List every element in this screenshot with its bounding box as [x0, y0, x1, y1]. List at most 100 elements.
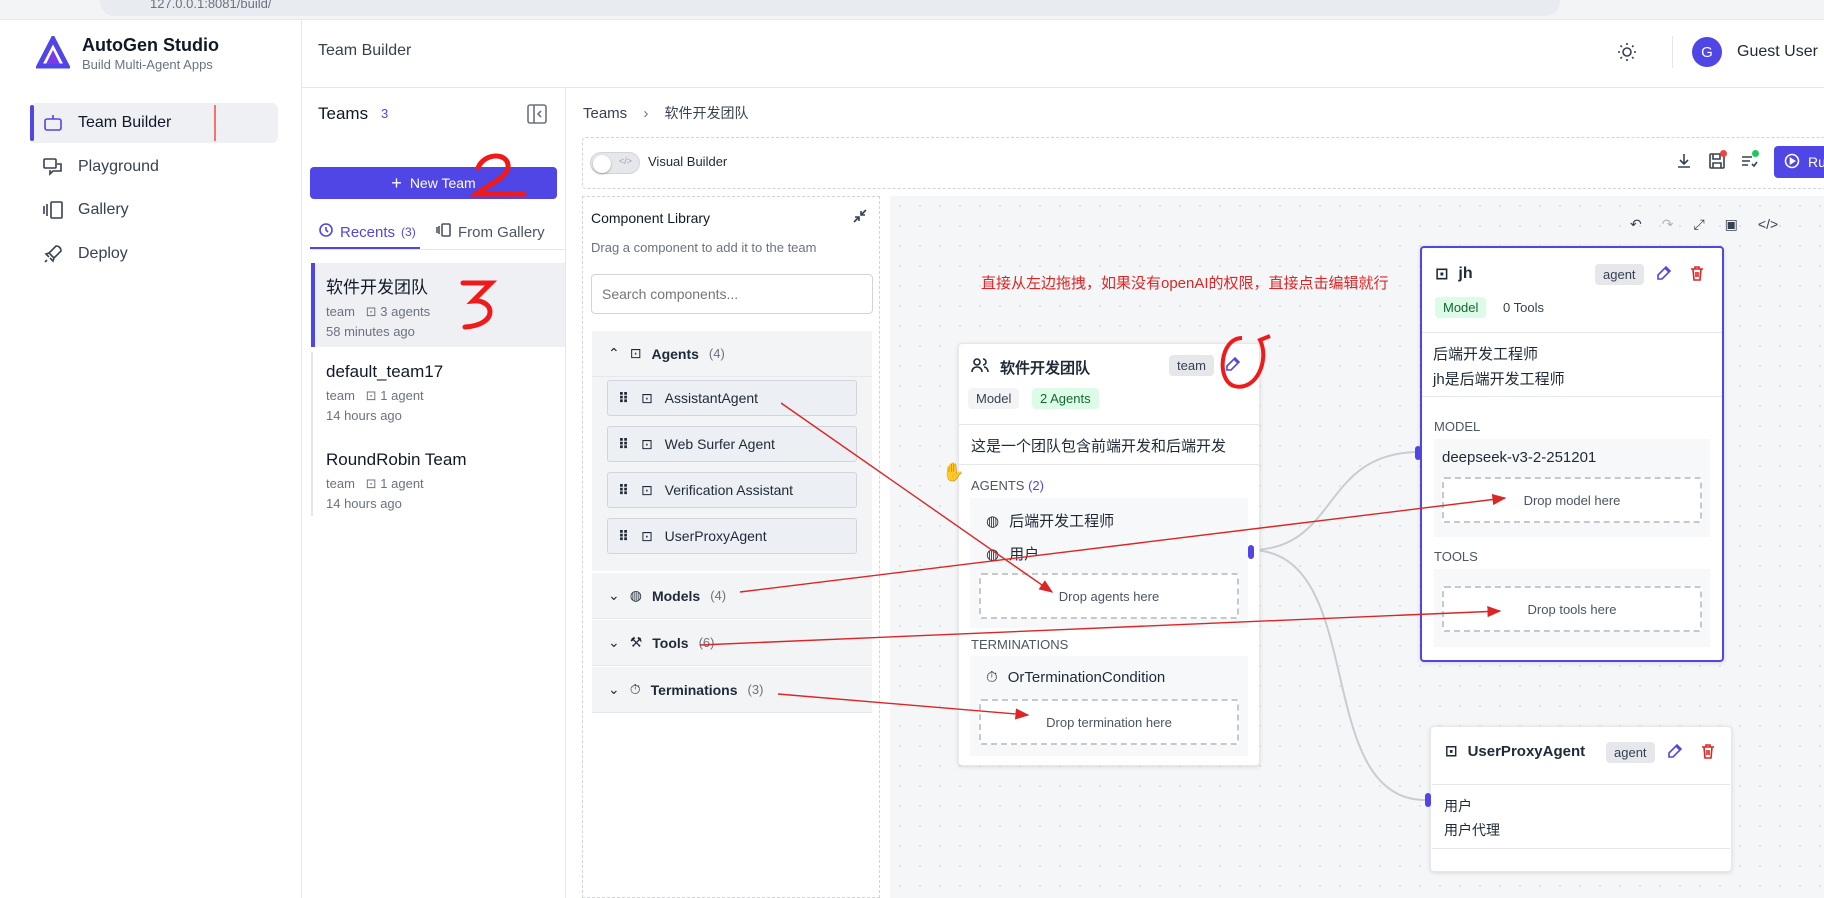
- chevron-right-icon: ›: [643, 105, 649, 122]
- validate-list-icon[interactable]: [1740, 150, 1759, 173]
- section-label: Agents: [651, 345, 699, 362]
- section-terminations[interactable]: ⌄ ⏱ Terminations (3): [592, 667, 872, 713]
- agents-badge: 2 Agents: [1032, 388, 1099, 409]
- team-list-item[interactable]: RoundRobin Team team ⊡ 1 agent 14 hours …: [311, 440, 565, 524]
- list-rule: [311, 352, 313, 516]
- section-label: Tools: [652, 634, 689, 651]
- team-name: default_team17: [326, 362, 444, 381]
- section-models[interactable]: ⌄ ◍ Models (4): [592, 573, 872, 619]
- drag-handle-icon[interactable]: ⠿: [618, 436, 629, 453]
- drop-tools-zone[interactable]: Drop tools here: [1442, 586, 1702, 632]
- address-bar-url: 127.0.0.1:8081/build/: [150, 0, 272, 11]
- edit-icon[interactable]: [1666, 742, 1684, 763]
- bot-icon: ⊡: [365, 476, 377, 491]
- section-label: Terminations: [650, 681, 738, 698]
- tab-recents[interactable]: Recents (3): [318, 222, 416, 242]
- section-count: (4): [708, 346, 725, 361]
- team-time: 14 hours ago: [326, 408, 402, 423]
- top-header: [302, 20, 1824, 88]
- drop-termination-zone[interactable]: Drop termination here: [979, 699, 1239, 745]
- users-icon: [970, 355, 990, 379]
- library-item-web-surfer[interactable]: ⠿ ⊡ Web Surfer Agent: [607, 426, 857, 462]
- app-logo-icon: [34, 33, 72, 73]
- model-section-title: MODEL: [1434, 419, 1481, 434]
- search-input[interactable]: [591, 274, 873, 314]
- node-divider: [958, 424, 1260, 425]
- agent-node-name: jh: [1458, 265, 1473, 282]
- agent-name: 后端开发工程师: [1009, 513, 1115, 530]
- page-title: Team Builder: [318, 42, 412, 59]
- team-time: 58 minutes ago: [326, 324, 415, 339]
- fullscreen-icon[interactable]: ⤢: [1693, 216, 1704, 233]
- nav-label: Playground: [78, 158, 159, 175]
- agent-row[interactable]: ◍ 后端开发工程师: [986, 510, 1114, 531]
- team-list-item[interactable]: 软件开发团队 team ⊡ 3 agents 58 minutes ago: [311, 263, 565, 347]
- agent-description: jh是后端开发工程师: [1433, 371, 1565, 388]
- theme-toggle-sun-icon[interactable]: [1617, 42, 1637, 65]
- drop-model-zone[interactable]: Drop model here: [1442, 477, 1702, 523]
- agent-description: 用户代理: [1444, 822, 1500, 838]
- teams-count: 3: [381, 106, 389, 121]
- edit-icon[interactable]: [1655, 264, 1673, 285]
- avatar[interactable]: G: [1692, 37, 1722, 67]
- section-count: (4): [710, 588, 727, 603]
- team-output-handle[interactable]: [1248, 545, 1254, 559]
- history-icon: [318, 222, 334, 242]
- team-list-item[interactable]: default_team17 team ⊡ 1 agent 14 hours a…: [311, 352, 565, 436]
- agent-input-handle[interactable]: [1415, 446, 1421, 460]
- minimize-icon[interactable]: [852, 208, 868, 227]
- tab-from-gallery[interactable]: From Gallery: [436, 222, 545, 242]
- breadcrumb-current: 软件开发团队: [664, 105, 749, 121]
- section-agents[interactable]: ⌃ ⊡ Agents (4): [592, 331, 872, 377]
- collapse-panel-icon[interactable]: [526, 103, 548, 128]
- nav-item-deploy[interactable]: Deploy: [30, 234, 278, 274]
- bot-icon: ⊡: [640, 481, 653, 498]
- library-item-user-proxy[interactable]: ⠿ ⊡ UserProxyAgent: [607, 518, 857, 554]
- drag-handle-icon[interactable]: ⠿: [618, 482, 629, 499]
- model-badge: Model: [968, 388, 1020, 409]
- rocket-icon: [42, 243, 64, 265]
- save-icon[interactable]: [1708, 150, 1727, 173]
- library-item-assistant-agent[interactable]: ⠿ ⊡ AssistantAgent: [607, 380, 857, 416]
- app-title: AutoGen Studio: [82, 35, 219, 55]
- library-item-verification[interactable]: ⠿ ⊡ Verification Assistant: [607, 472, 857, 508]
- delete-icon[interactable]: [1688, 264, 1706, 285]
- status-dot: [1752, 150, 1759, 157]
- agent-row[interactable]: ◍ 用户: [986, 543, 1039, 564]
- save-icon[interactable]: ▣: [1725, 216, 1738, 233]
- user-name[interactable]: Guest User: [1737, 43, 1818, 61]
- node-divider: [958, 464, 1260, 465]
- bot-icon: ⊡: [1435, 266, 1449, 283]
- run-button[interactable]: Ru: [1774, 146, 1824, 178]
- bot-icon: ⊡: [365, 388, 377, 403]
- drag-handle-icon[interactable]: ⠿: [618, 528, 629, 545]
- model-name[interactable]: deepseek-v3-2-251201: [1442, 449, 1596, 466]
- nav-item-playground[interactable]: Playground: [30, 147, 278, 187]
- annotation-note: 直接从左边拖拽，如果没有openAI的权限，直接点击编辑就行: [981, 275, 1389, 292]
- timer-icon: ⏱: [986, 669, 998, 686]
- nav-item-gallery[interactable]: Gallery: [30, 190, 278, 230]
- section-tools[interactable]: ⌄ ⚒ Tools (6): [592, 620, 872, 666]
- team-time: 14 hours ago: [326, 496, 402, 511]
- agent-input-handle[interactable]: [1425, 793, 1431, 807]
- undo-icon[interactable]: ↶: [1630, 216, 1642, 233]
- delete-icon[interactable]: [1699, 742, 1717, 763]
- header-divider: [1672, 36, 1673, 68]
- drop-agents-zone[interactable]: Drop agents here: [979, 573, 1239, 619]
- annotation-number-2: [470, 153, 527, 197]
- address-bar[interactable]: [100, 0, 1560, 16]
- team-meta: team ⊡ 3 agents: [326, 304, 565, 320]
- agent-label: 用户: [1444, 798, 1472, 814]
- team-type: team: [326, 388, 355, 403]
- team-node-header: 软件开发团队: [970, 355, 1090, 379]
- node-divider: [1432, 784, 1730, 785]
- nav-item-team-builder[interactable]: Team Builder: [30, 103, 278, 143]
- redo-icon[interactable]: ↷: [1662, 216, 1674, 233]
- breadcrumb-root[interactable]: Teams: [583, 105, 627, 122]
- download-icon[interactable]: [1675, 152, 1693, 173]
- termination-row[interactable]: ⏱ OrTerminationCondition: [986, 669, 1165, 686]
- drag-handle-icon[interactable]: ⠿: [618, 390, 629, 407]
- section-count: (6): [698, 635, 715, 650]
- code-icon[interactable]: </>: [1758, 216, 1778, 232]
- agent-node-header: ⊡ jh: [1435, 264, 1473, 284]
